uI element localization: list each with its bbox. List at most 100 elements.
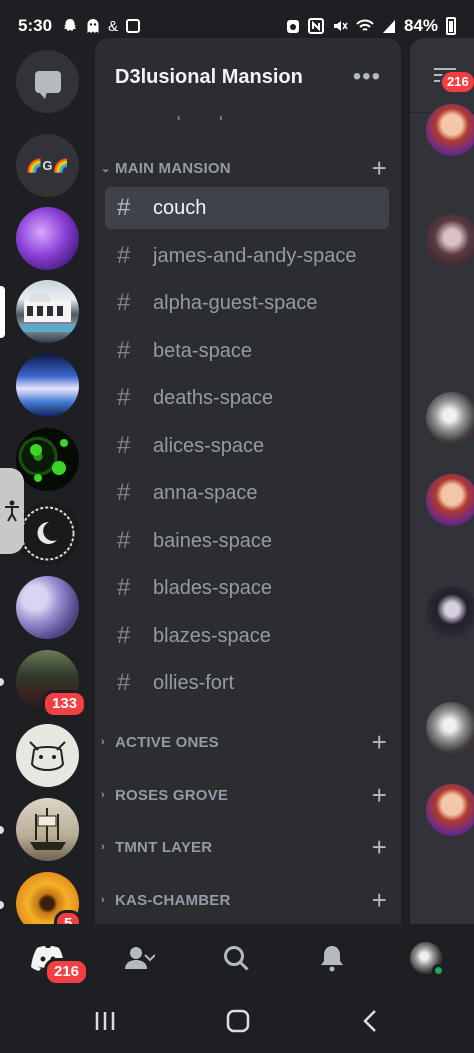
message-avatar[interactable] xyxy=(426,392,474,444)
search-tab[interactable] xyxy=(216,940,256,976)
bell-icon xyxy=(321,946,343,972)
chevron-right-icon: › xyxy=(101,841,105,853)
unread-dot xyxy=(0,901,4,909)
channel-label: alpha-guest-space xyxy=(153,291,318,314)
server-crowd-badge: 133 xyxy=(42,690,88,718)
server-green-eyes[interactable] xyxy=(16,428,79,491)
channel-blades-space[interactable]: # blades-space xyxy=(105,567,389,609)
hash-icon: # xyxy=(117,432,131,459)
channel-label: baines-space xyxy=(153,529,272,552)
signal-icon xyxy=(382,20,395,33)
ship-image xyxy=(30,808,66,850)
channel-label: couch xyxy=(153,196,207,219)
channel-panel: D3lusional Mansion ••• # temp-help ⌄ MAI… xyxy=(95,38,401,924)
category-label: TMNT LAYER xyxy=(115,838,213,856)
server-fox-sketch[interactable] xyxy=(16,724,79,787)
chevron-right-icon: › xyxy=(101,789,105,801)
server-ship[interactable] xyxy=(16,798,79,861)
chat-preview-strip[interactable]: 216 xyxy=(410,38,474,924)
ampersand-text: & xyxy=(108,17,119,35)
server-purple-sparkle[interactable] xyxy=(16,207,79,270)
message-avatar[interactable] xyxy=(426,214,474,266)
android-nav-bar xyxy=(0,992,474,1053)
wifi-icon xyxy=(356,19,374,31)
category-main-mansion[interactable]: ⌄ MAIN MANSION + xyxy=(95,153,401,183)
message-avatar[interactable] xyxy=(426,784,474,836)
channel-couch[interactable]: # couch xyxy=(105,187,389,229)
hash-icon: # xyxy=(117,337,131,364)
notifications-tab[interactable] xyxy=(312,940,352,976)
channel-label: blades-space xyxy=(153,576,272,599)
category-roses-grove[interactable]: › ROSES GROVE + xyxy=(95,780,401,810)
discord-app: 5:30 & 84% 🌈G🌈 133 D3lusional Mansion ••… xyxy=(0,0,474,1053)
channel-label: ollies-fort xyxy=(153,671,235,694)
nfc-icon xyxy=(307,18,324,34)
snapchat-icon xyxy=(64,19,77,31)
channel-baines-space[interactable]: # baines-space xyxy=(105,520,389,562)
category-label: ACTIVE ONES xyxy=(115,733,219,751)
profile-tab[interactable] xyxy=(406,940,446,977)
home-badge: 216 xyxy=(44,958,90,986)
accessibility-icon xyxy=(5,500,19,522)
chevron-right-icon: › xyxy=(101,736,105,748)
mansion-image xyxy=(20,294,75,332)
server-header[interactable]: D3lusional Mansion ••• xyxy=(95,38,401,116)
category-tmnt-layer[interactable]: › TMNT LAYER + xyxy=(95,832,401,862)
status-time: 5:30 xyxy=(18,16,53,35)
server-crescent-logo[interactable] xyxy=(16,502,79,565)
channel-alices-space[interactable]: # alices-space xyxy=(105,425,389,467)
status-left-icons: & xyxy=(62,17,141,35)
friends-icon xyxy=(125,947,155,969)
server-flowers[interactable] xyxy=(16,576,79,639)
channel-deaths-space[interactable]: # deaths-space xyxy=(105,377,389,419)
crescent-logo-image xyxy=(20,506,75,561)
channel-anna-space[interactable]: # anna-space xyxy=(105,472,389,514)
add-channel-icon[interactable]: + xyxy=(372,153,387,184)
add-channel-icon[interactable]: + xyxy=(372,780,387,811)
profile-avatar xyxy=(410,942,445,977)
ghost-icon xyxy=(87,19,99,33)
accessibility-button[interactable] xyxy=(0,468,24,554)
channel-blazes-space[interactable]: # blazes-space xyxy=(105,615,389,657)
back-button[interactable] xyxy=(362,1009,378,1033)
server-rainbow-g[interactable]: 🌈G🌈 xyxy=(16,134,79,197)
direct-messages-button[interactable] xyxy=(16,50,79,113)
server-galaxy[interactable] xyxy=(16,354,79,417)
category-label: ROSES GROVE xyxy=(115,786,229,804)
recent-apps-button[interactable] xyxy=(94,1010,116,1032)
add-channel-icon[interactable]: + xyxy=(372,832,387,863)
hash-icon: # xyxy=(117,479,131,506)
category-active-ones[interactable]: › ACTIVE ONES + xyxy=(95,727,401,757)
message-avatar[interactable] xyxy=(426,586,474,638)
online-status-dot xyxy=(432,964,445,977)
instagram-icon xyxy=(126,19,141,33)
channel-alpha-guest-space[interactable]: # alpha-guest-space xyxy=(105,282,389,324)
category-label: KAS-CHAMBER xyxy=(115,891,231,909)
inbox-badge: 216 xyxy=(440,70,474,94)
fox-sketch-image xyxy=(29,741,66,771)
add-channel-icon[interactable]: + xyxy=(372,727,387,758)
channel-label: james-and-andy-space xyxy=(153,244,357,267)
server-mansion[interactable] xyxy=(16,280,79,343)
message-avatar[interactable] xyxy=(426,474,474,526)
hash-icon: # xyxy=(117,622,131,649)
channel-label: blazes-space xyxy=(153,624,271,647)
message-avatar[interactable] xyxy=(426,104,474,156)
channel-beta-space[interactable]: # beta-space xyxy=(105,330,389,372)
message-avatar[interactable] xyxy=(426,702,474,754)
category-kas-chamber[interactable]: › KAS-CHAMBER + xyxy=(95,885,401,915)
more-options-icon[interactable]: ••• xyxy=(353,63,381,91)
channel-james-and-andy-space[interactable]: # james-and-andy-space xyxy=(105,235,389,277)
hash-icon: # xyxy=(117,669,131,696)
hash-icon: # xyxy=(117,384,131,411)
home-button[interactable] xyxy=(226,1009,250,1033)
category-label: MAIN MANSION xyxy=(115,159,231,177)
channel-label: beta-space xyxy=(153,339,252,362)
channel-ollies-fort[interactable]: # ollies-fort xyxy=(105,662,389,704)
add-channel-icon[interactable]: + xyxy=(372,885,387,916)
server-rainbow-g-label: 🌈G🌈 xyxy=(26,157,69,173)
channel-label: anna-space xyxy=(153,481,258,504)
friends-tab[interactable] xyxy=(120,940,160,976)
green-eyes-image xyxy=(30,439,68,482)
hash-icon: # xyxy=(117,242,131,269)
